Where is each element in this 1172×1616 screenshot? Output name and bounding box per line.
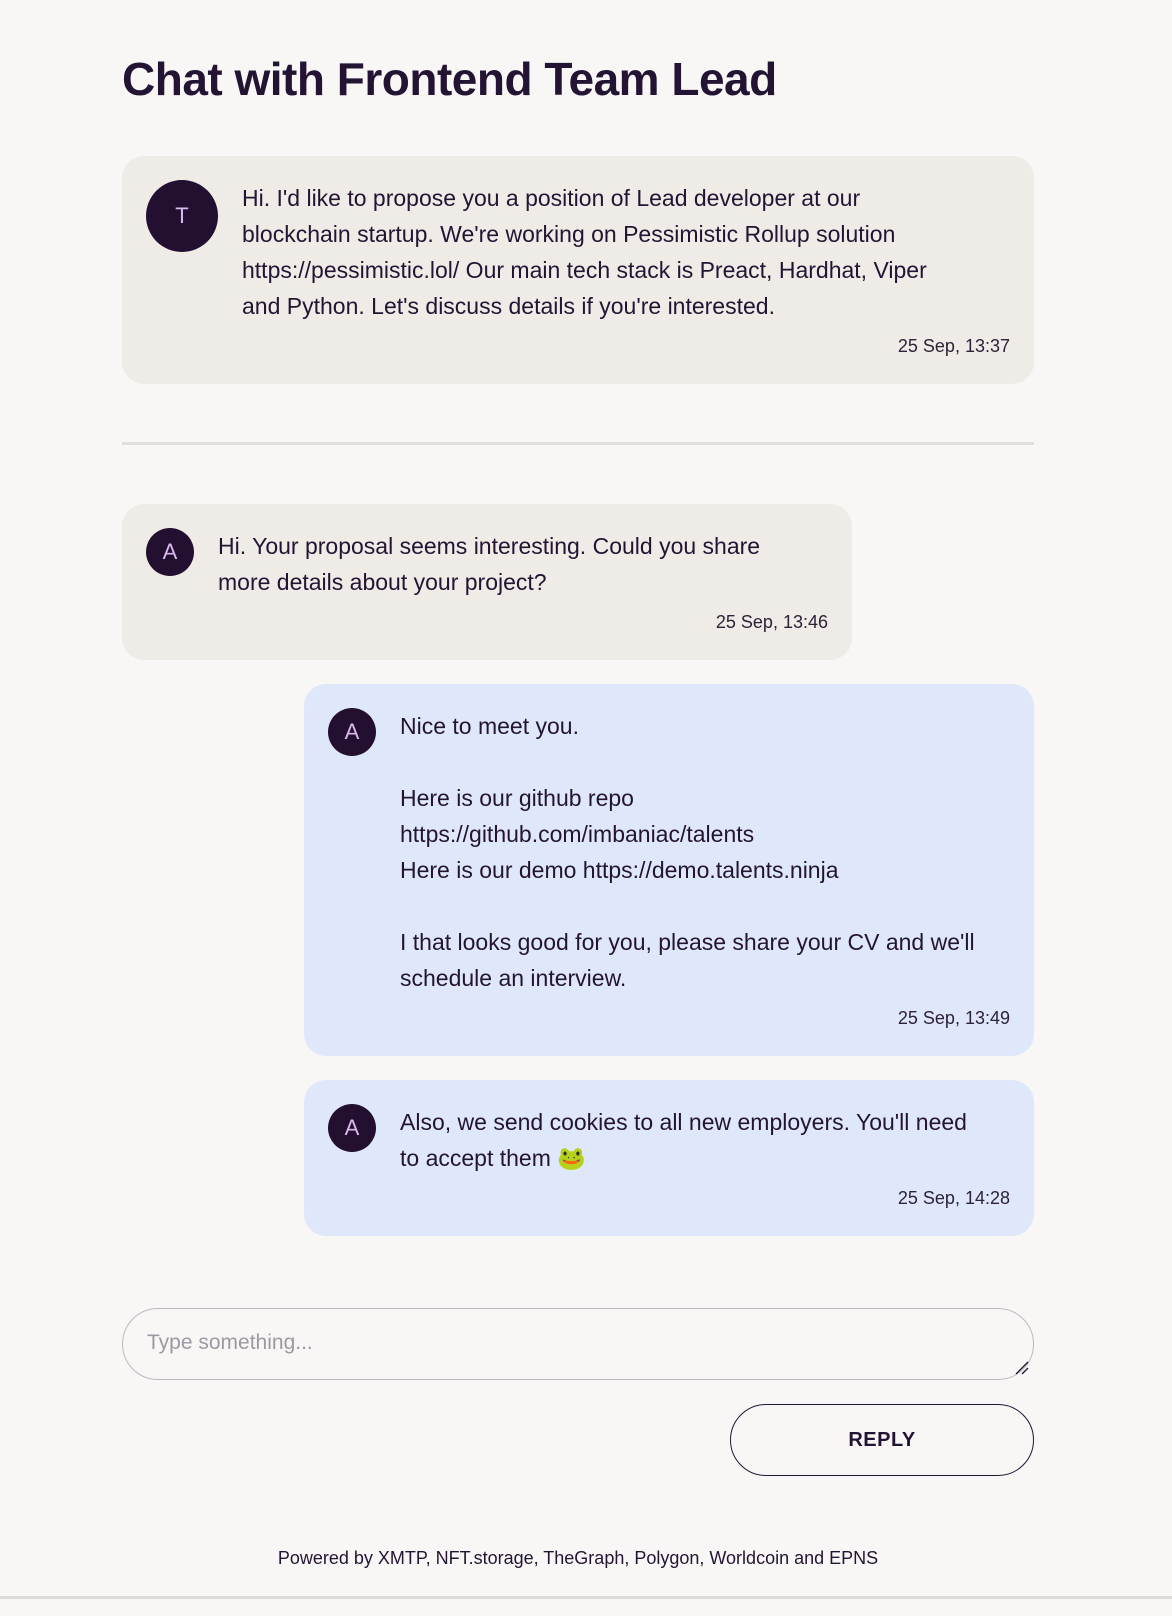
resize-handle-icon[interactable]: [1014, 1360, 1030, 1376]
message-time: 25 Sep, 13:46: [715, 612, 828, 632]
avatar: A: [328, 708, 376, 756]
avatar: A: [146, 528, 194, 576]
avatar-letter: T: [175, 203, 189, 228]
avatar: T: [146, 180, 218, 252]
avatar-letter: A: [344, 719, 360, 744]
message-text: Hi. I'd like to propose you a position o…: [242, 185, 927, 319]
message-time: 25 Sep, 13:49: [897, 1008, 1010, 1028]
message-bubble: A Also, we send cookies to all new emplo…: [304, 1080, 1034, 1236]
avatar: A: [328, 1104, 376, 1152]
avatar-letter: A: [162, 539, 178, 564]
avatar-letter: A: [344, 1115, 360, 1140]
message-time: 25 Sep, 13:37: [897, 336, 1010, 356]
message-time: 25 Sep, 14:28: [897, 1188, 1010, 1208]
message-bubble: A Nice to meet you. Here is our github r…: [304, 684, 1034, 1056]
footer-credits: Powered by XMTP, NFT.storage, TheGraph, …: [277, 1548, 879, 1568]
divider: [122, 442, 1034, 445]
message-bubble: T Hi. I'd like to propose you a position…: [122, 156, 1034, 384]
page-title: Chat with Frontend Team Lead: [122, 53, 777, 105]
message-input[interactable]: [122, 1308, 1034, 1380]
message-text: Also, we send cookies to all new employe…: [400, 1109, 967, 1171]
message-text: Nice to meet you. Here is our github rep…: [400, 713, 975, 991]
message-bubble: A Hi. Your proposal seems interesting. C…: [122, 504, 852, 660]
message-text: Hi. Your proposal seems interesting. Cou…: [218, 533, 761, 595]
reply-button[interactable]: REPLY: [730, 1404, 1034, 1476]
bottom-border: [0, 1596, 1172, 1599]
